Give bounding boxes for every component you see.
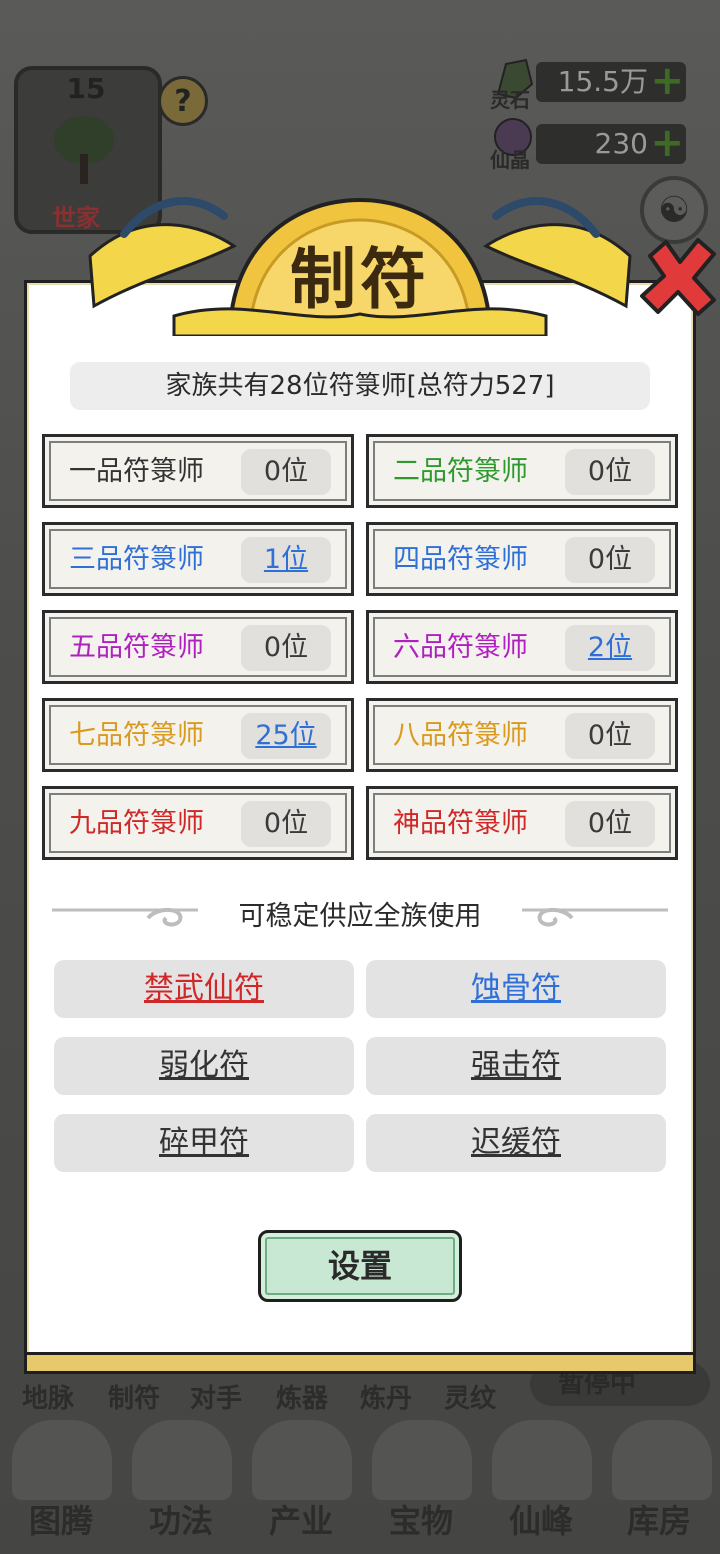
lingshi-value: 15.5万 [557, 65, 648, 98]
grade-name: 神品符箓师 [393, 808, 528, 839]
tree-icon [54, 116, 114, 184]
grade-count-link[interactable]: 1位 [241, 537, 331, 583]
grade-card-7: 七品符箓师 25位 [42, 698, 354, 772]
grade-count: 0位 [241, 801, 331, 847]
subtab-lianqi[interactable]: 炼器 [276, 1378, 328, 1415]
grade-name: 四品符箓师 [393, 544, 528, 575]
grade-count-link[interactable]: 2位 [565, 625, 655, 671]
storehouse-icon [612, 1420, 712, 1500]
grade-name: 一品符箓师 [69, 456, 204, 487]
talisman-button-5[interactable]: 碎甲符 [54, 1114, 354, 1172]
grade-name: 七品符箓师 [69, 720, 204, 751]
tab-treasure[interactable]: 宝物 [362, 1496, 480, 1542]
talisman-button-1[interactable]: 禁武仙符 [54, 960, 354, 1018]
grade-count: 0位 [241, 625, 331, 671]
supply-heading: 可稳定供应全族使用 [238, 901, 482, 932]
xianjing-value: 230 [594, 127, 648, 160]
technique-icon [132, 1420, 232, 1500]
xianjing-label: 仙晶 [490, 148, 530, 172]
clan-level: 15 [66, 72, 106, 105]
grade-card-4: 四品符箓师 0位 [366, 522, 678, 596]
tab-totem[interactable]: 图腾 [2, 1496, 120, 1542]
dialog-bottom-trim [24, 1352, 696, 1374]
grade-card-3: 三品符箓师 1位 [42, 522, 354, 596]
close-icon[interactable] [636, 234, 720, 318]
grade-count: 0位 [565, 537, 655, 583]
tab-technique[interactable]: 功法 [122, 1496, 240, 1542]
talisman-button-4[interactable]: 强击符 [366, 1037, 666, 1095]
grade-card-10: 神品符箓师 0位 [366, 786, 678, 860]
xianjing-counter: 230 + [536, 123, 686, 164]
grade-card-8: 八品符箓师 0位 [366, 698, 678, 772]
subtab-lingwen[interactable]: 灵纹 [444, 1378, 496, 1415]
grade-name: 八品符箓师 [393, 720, 528, 751]
lingshi-counter: 15.5万 + [536, 61, 686, 102]
help-button[interactable]: ? [158, 76, 208, 126]
subtab-liandan[interactable]: 炼丹 [360, 1378, 412, 1415]
grade-card-2: 二品符箓师 0位 [366, 434, 678, 508]
grade-name: 六品符箓师 [393, 632, 528, 663]
grade-name: 三品符箓师 [69, 544, 204, 575]
totem-icon [12, 1420, 112, 1500]
talisman-button-6[interactable]: 迟缓符 [366, 1114, 666, 1172]
tab-storehouse[interactable]: 库房 [600, 1496, 718, 1542]
talisman-button-3[interactable]: 弱化符 [54, 1037, 354, 1095]
grade-count: 0位 [565, 801, 655, 847]
subtab-zhifu[interactable]: 制符 [108, 1378, 160, 1415]
grade-name: 五品符箓师 [69, 632, 204, 663]
subtab-dimai[interactable]: 地脉 [22, 1378, 74, 1415]
peak-icon [492, 1420, 592, 1500]
settings-button[interactable]: 设置 [258, 1230, 462, 1302]
treasure-icon [372, 1420, 472, 1500]
industry-icon [252, 1420, 352, 1500]
summary-banner: 家族共有28位符箓师[总符力527] [70, 362, 650, 410]
grade-card-9: 九品符箓师 0位 [42, 786, 354, 860]
talisman-button-2[interactable]: 蚀骨符 [366, 960, 666, 1018]
grade-card-1: 一品符箓师 0位 [42, 434, 354, 508]
add-xianjing-button[interactable]: + [650, 123, 684, 163]
subtab-duishou[interactable]: 对手 [190, 1378, 242, 1415]
add-lingshi-button[interactable]: + [650, 61, 684, 101]
grade-count-link[interactable]: 25位 [241, 713, 331, 759]
grade-card-6: 六品符箓师 2位 [366, 610, 678, 684]
lingshi-label: 灵石 [490, 88, 530, 112]
grade-card-5: 五品符箓师 0位 [42, 610, 354, 684]
grade-count: 0位 [565, 449, 655, 495]
grade-count: 0位 [241, 449, 331, 495]
dialog-title: 制符 [290, 240, 430, 318]
grade-count: 0位 [565, 713, 655, 759]
grade-name: 九品符箓师 [69, 808, 204, 839]
tab-peak[interactable]: 仙峰 [482, 1496, 600, 1542]
tab-industry[interactable]: 产业 [242, 1496, 360, 1542]
grade-name: 二品符箓师 [393, 456, 528, 487]
